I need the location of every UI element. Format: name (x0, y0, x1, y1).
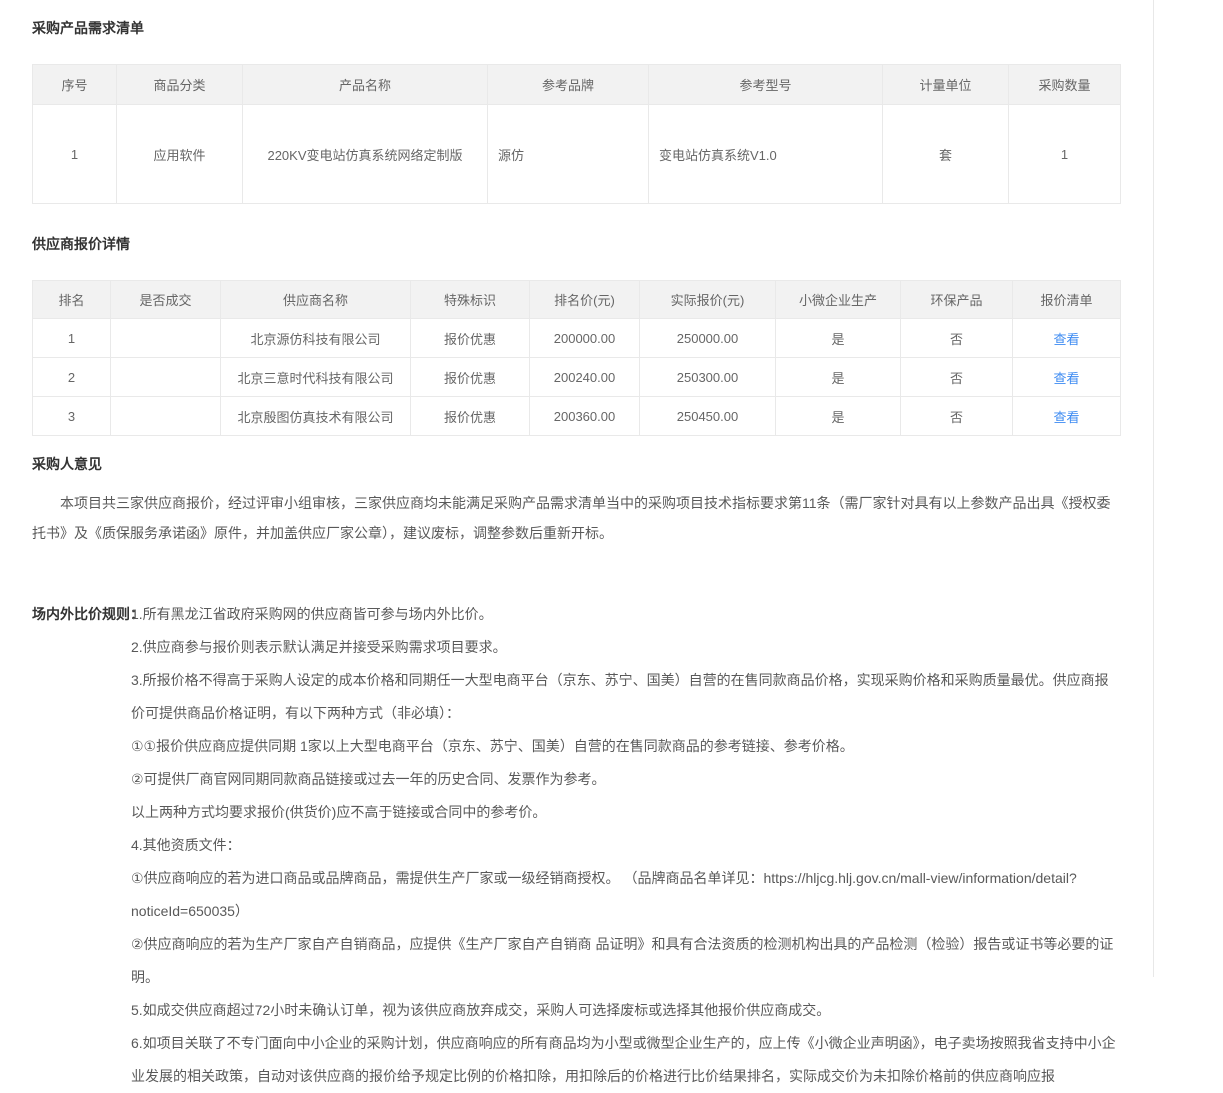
col-header-actual-price: 实际报价(元) (640, 281, 776, 319)
cell-rank-price: 200000.00 (530, 319, 640, 358)
supplier-quote-table: 排名 是否成交 供应商名称 特殊标识 排名价(元) 实际报价(元) 小微企业生产… (32, 280, 1121, 436)
col-header-special-tag: 特殊标识 (411, 281, 530, 319)
view-quote-link[interactable]: 查看 (1053, 332, 1079, 347)
rule-line: 以上两种方式均要求报价(供货价)应不高于链接或合同中的参考价。 (131, 796, 1122, 829)
cell-quote-list: 查看 (1013, 358, 1121, 397)
cell-micro-enterprise: 是 (776, 319, 901, 358)
col-header-rank-price: 排名价(元) (530, 281, 640, 319)
col-header-rank: 排名 (33, 281, 111, 319)
quote-table-header-row: 排名 是否成交 供应商名称 特殊标识 排名价(元) 实际报价(元) 小微企业生产… (33, 281, 1121, 319)
cell-seq: 1 (33, 105, 117, 204)
col-header-eco-product: 环保产品 (901, 281, 1013, 319)
cell-actual-price: 250000.00 (640, 319, 776, 358)
product-table-header-row: 序号 商品分类 产品名称 参考品牌 参考型号 计量单位 采购数量 (33, 65, 1121, 105)
col-header-category: 商品分类 (117, 65, 243, 105)
cell-deal (111, 358, 221, 397)
view-quote-link[interactable]: 查看 (1053, 410, 1079, 425)
rule-line: 2.供应商参与报价则表示默认满足并接受采购需求项目要求。 (131, 631, 1122, 664)
cell-qty: 1 (1009, 105, 1121, 204)
cell-rank-price: 200240.00 (530, 358, 640, 397)
cell-rank-price: 200360.00 (530, 397, 640, 436)
content-panel: 采购产品需求清单 序号 商品分类 产品名称 参考品牌 参考型号 计量单位 采购数… (0, 0, 1154, 977)
cell-rank: 2 (33, 358, 111, 397)
rule-line: 6.如项目关联了不专门面向中小企业的采购计划，供应商响应的所有商品均为小型或微型… (131, 1027, 1122, 1093)
price-comparison-rules: 场内外比价规则： 1.所有黑龙江省政府采购网的供应商皆可参与场内外比价。 2.供… (32, 598, 1122, 1093)
col-header-seq: 序号 (33, 65, 117, 105)
cell-actual-price: 250450.00 (640, 397, 776, 436)
col-header-qty: 采购数量 (1009, 65, 1121, 105)
cell-quote-list: 查看 (1013, 397, 1121, 436)
rule-line: ②供应商响应的若为生产厂家自产自销商品，应提供《生产厂家自产自销商 品证明》和具… (131, 928, 1122, 994)
col-header-ref-model: 参考型号 (649, 65, 883, 105)
rule-line: ①供应商响应的若为进口商品或品牌商品，需提供生产厂家或一级经销商授权。 （品牌商… (131, 862, 1122, 928)
product-table-row: 1 应用软件 220KV变电站仿真系统网络定制版 源仿 变电站仿真系统V1.0 … (33, 105, 1121, 204)
cell-ref-brand: 源仿 (488, 105, 649, 204)
cell-micro-enterprise: 是 (776, 358, 901, 397)
rule-line: ①①报价供应商应提供同期 1家以上大型电商平台（京东、苏宁、国美）自营的在售同款… (131, 730, 1122, 763)
cell-rank: 1 (33, 319, 111, 358)
col-header-deal: 是否成交 (111, 281, 221, 319)
col-header-supplier: 供应商名称 (221, 281, 411, 319)
cell-micro-enterprise: 是 (776, 397, 901, 436)
cell-product-name: 220KV变电站仿真系统网络定制版 (243, 105, 488, 204)
rule-line: 4.其他资质文件： (131, 829, 1122, 862)
cell-eco-product: 否 (901, 319, 1013, 358)
col-header-product-name: 产品名称 (243, 65, 488, 105)
cell-rank: 3 (33, 397, 111, 436)
rules-text: 1.所有黑龙江省政府采购网的供应商皆可参与场内外比价。 2.供应商参与报价则表示… (131, 598, 1122, 1093)
cell-eco-product: 否 (901, 397, 1013, 436)
quote-table-row: 3 北京殷图仿真技术有限公司 报价优惠 200360.00 250450.00 … (33, 397, 1121, 436)
rule-line: 1.所有黑龙江省政府采购网的供应商皆可参与场内外比价。 (131, 598, 1122, 631)
cell-unit: 套 (883, 105, 1009, 204)
cell-ref-model: 变电站仿真系统V1.0 (649, 105, 883, 204)
cell-quote-list: 查看 (1013, 319, 1121, 358)
quote-table-row: 2 北京三意时代科技有限公司 报价优惠 200240.00 250300.00 … (33, 358, 1121, 397)
col-header-ref-brand: 参考品牌 (488, 65, 649, 105)
cell-special-tag: 报价优惠 (411, 397, 530, 436)
rule-line: ②可提供厂商官网同期同款商品链接或过去一年的历史合同、发票作为参考。 (131, 763, 1122, 796)
cell-deal (111, 397, 221, 436)
rules-label: 场内外比价规则： (32, 598, 131, 1093)
cell-special-tag: 报价优惠 (411, 319, 530, 358)
cell-special-tag: 报价优惠 (411, 358, 530, 397)
section-title-supplier-quotes: 供应商报价详情 (32, 234, 1120, 254)
cell-category: 应用软件 (117, 105, 243, 204)
cell-supplier: 北京殷图仿真技术有限公司 (221, 397, 411, 436)
cell-supplier: 北京源仿科技有限公司 (221, 319, 411, 358)
purchaser-opinion-text: 本项目共三家供应商报价，经过评审小组审核，三家供应商均未能满足采购产品需求清单当… (32, 488, 1117, 548)
section-title-purchaser-opinion: 采购人意见 (32, 454, 1120, 474)
section-title-product-list: 采购产品需求清单 (32, 18, 1120, 38)
rule-line: 5.如成交供应商超过72小时未确认订单，视为该供应商放弃成交，采购人可选择废标或… (131, 994, 1122, 1027)
quote-table-row: 1 北京源仿科技有限公司 报价优惠 200000.00 250000.00 是 … (33, 319, 1121, 358)
cell-deal (111, 319, 221, 358)
col-header-micro-enterprise: 小微企业生产 (776, 281, 901, 319)
col-header-unit: 计量单位 (883, 65, 1009, 105)
product-demand-table: 序号 商品分类 产品名称 参考品牌 参考型号 计量单位 采购数量 1 应用软件 … (32, 64, 1121, 204)
cell-actual-price: 250300.00 (640, 358, 776, 397)
col-header-quote-list: 报价清单 (1013, 281, 1121, 319)
cell-eco-product: 否 (901, 358, 1013, 397)
cell-supplier: 北京三意时代科技有限公司 (221, 358, 411, 397)
rule-line: 3.所报价格不得高于采购人设定的成本价格和同期任一大型电商平台（京东、苏宁、国美… (131, 664, 1122, 730)
view-quote-link[interactable]: 查看 (1053, 371, 1079, 386)
